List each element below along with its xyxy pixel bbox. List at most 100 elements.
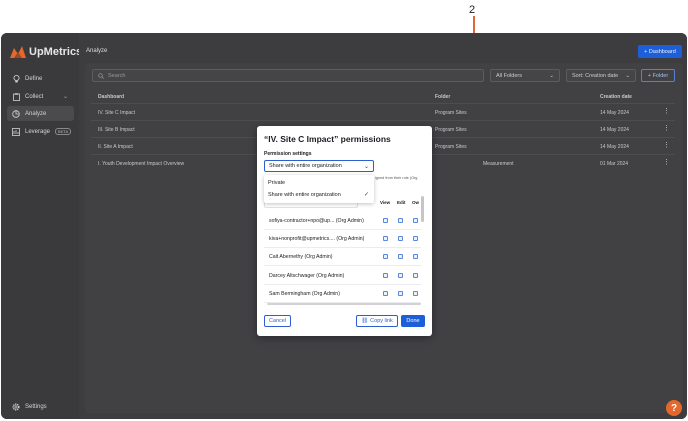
chevron-down-icon: ⌄ bbox=[625, 72, 630, 79]
dashboard-name[interactable]: III. Site B Impact bbox=[98, 127, 135, 133]
callout-number: 2 bbox=[469, 4, 476, 16]
view-checkbox[interactable] bbox=[383, 273, 388, 278]
user-row: kiva+nonprofit@upmetrics.... (Org Admin) bbox=[264, 230, 421, 248]
add-folder-button[interactable]: + Folder bbox=[641, 69, 675, 82]
permission-select-value: Share with entire organization bbox=[269, 163, 342, 169]
clipboard-icon bbox=[12, 92, 20, 101]
user-name: kiva+nonprofit@upmetrics.... (Org Admin) bbox=[269, 236, 365, 242]
chevron-down-icon: ⌄ bbox=[363, 164, 369, 170]
more-options-icon[interactable]: ⋮ bbox=[663, 158, 670, 166]
sidebar-item-label: Analyze bbox=[25, 110, 47, 117]
folder-name: Program Sites bbox=[435, 127, 467, 133]
user-name: Darcey Altschwager (Org Admin) bbox=[269, 273, 345, 279]
link-icon: ⛓ bbox=[361, 318, 369, 324]
edit-checkbox[interactable] bbox=[398, 291, 403, 296]
chevron-down-icon: ⌄ bbox=[549, 72, 554, 79]
column-header-creation-date[interactable]: Creation date bbox=[600, 94, 632, 100]
folder-filter-value: All Folders bbox=[496, 72, 522, 79]
folder-name: Program Sites bbox=[435, 110, 467, 116]
done-button[interactable]: Done bbox=[401, 315, 425, 327]
dashboard-name[interactable]: IV. Site C Impact bbox=[98, 110, 135, 116]
sidebar-item-leverage[interactable]: Leverage BETA bbox=[7, 124, 74, 139]
add-dashboard-button[interactable]: + Dashboard bbox=[638, 45, 682, 58]
creation-date: 14 May 2024 bbox=[600, 110, 629, 116]
option-private[interactable]: Private bbox=[268, 180, 285, 186]
edit-checkbox[interactable] bbox=[398, 236, 403, 241]
help-button[interactable]: ? bbox=[666, 400, 682, 416]
edit-checkbox[interactable] bbox=[398, 273, 403, 278]
permission-settings-label: Permission settings bbox=[264, 151, 312, 157]
view-checkbox[interactable] bbox=[383, 218, 388, 223]
user-row: Cait Abernethy (Org Admin) bbox=[264, 248, 421, 266]
owner-checkbox[interactable] bbox=[413, 236, 418, 241]
user-row: Darcey Altschwager (Org Admin) bbox=[264, 267, 421, 285]
sidebar-item-define[interactable]: Define bbox=[7, 71, 74, 86]
brand-name: UpMetrics bbox=[29, 46, 83, 58]
chart-icon bbox=[12, 109, 20, 118]
copy-link-label: Copy link bbox=[370, 318, 393, 324]
table-row[interactable]: IV. Site C Impact Program Sites 14 May 2… bbox=[91, 103, 675, 120]
owner-checkbox[interactable] bbox=[413, 291, 418, 296]
sidebar-item-label: Leverage bbox=[25, 128, 51, 135]
sidebar-item-settings[interactable]: Settings bbox=[7, 399, 74, 414]
creation-date: 14 May 2024 bbox=[600, 127, 629, 133]
folder-filter-select[interactable]: All Folders ⌄ bbox=[490, 69, 560, 82]
owner-checkbox[interactable] bbox=[413, 273, 418, 278]
checkmark-icon: ✓ bbox=[363, 192, 369, 198]
beta-badge: BETA bbox=[55, 128, 72, 135]
edit-checkbox[interactable] bbox=[398, 218, 403, 223]
page-title: Analyze bbox=[86, 48, 108, 54]
view-checkbox[interactable] bbox=[383, 236, 388, 241]
folder-name: Measurement bbox=[483, 161, 514, 167]
vertical-scrollbar[interactable] bbox=[421, 196, 424, 222]
dashboard-name[interactable]: I. Youth Development Impact Overview bbox=[98, 161, 184, 167]
view-checkbox[interactable] bbox=[383, 254, 388, 259]
more-options-icon[interactable]: ⋮ bbox=[663, 107, 670, 115]
edit-checkbox[interactable] bbox=[398, 254, 403, 259]
sort-value: Sort: Creation date bbox=[572, 72, 619, 79]
upmetrics-logo-icon bbox=[10, 46, 26, 58]
gear-icon bbox=[12, 403, 20, 411]
leverage-icon bbox=[12, 127, 20, 136]
user-name: Sam Bermingham (Org Admin) bbox=[269, 291, 340, 297]
more-options-icon[interactable]: ⋮ bbox=[663, 124, 670, 132]
user-name: Cait Abernethy (Org Admin) bbox=[269, 254, 333, 260]
permissions-dialog: “IV. Site C Impact” permissions Permissi… bbox=[257, 126, 432, 336]
user-row: sofiya-contractor+npo@up... (Org Admin) bbox=[264, 212, 421, 230]
owner-checkbox[interactable] bbox=[413, 254, 418, 259]
chevron-down-icon: ⌄ bbox=[62, 94, 68, 100]
view-checkbox[interactable] bbox=[383, 291, 388, 296]
permission-dropdown-menu: Private Share with entire organization ✓ bbox=[264, 175, 374, 203]
permission-select[interactable]: Share with entire organization ⌄ bbox=[264, 160, 374, 172]
horizontal-scrollbar[interactable] bbox=[267, 303, 421, 305]
search-placeholder: Search bbox=[108, 72, 126, 79]
column-header-owner: Ow bbox=[412, 200, 420, 205]
more-options-icon[interactable]: ⋮ bbox=[663, 141, 670, 149]
search-input[interactable]: Search bbox=[92, 69, 484, 82]
dashboard-name[interactable]: II. Site A Impact bbox=[98, 144, 133, 150]
user-name: sofiya-contractor+npo@up... (Org Admin) bbox=[269, 218, 364, 224]
owner-checkbox[interactable] bbox=[413, 218, 418, 223]
dialog-title: “IV. Site C Impact” permissions bbox=[264, 134, 391, 144]
sidebar-item-analyze[interactable]: Analyze bbox=[7, 106, 74, 121]
column-header-view: View bbox=[380, 200, 391, 205]
sidebar-item-label: Define bbox=[25, 75, 43, 82]
app-logo[interactable]: UpMetrics bbox=[10, 46, 82, 58]
sidebar: UpMetrics Define Collect ⌄ Analyze Lever… bbox=[1, 33, 82, 419]
role-hint-text: igned from their role (Org bbox=[375, 176, 418, 180]
sidebar-item-label: Collect bbox=[25, 93, 44, 100]
copy-link-button[interactable]: ⛓ Copy link bbox=[356, 315, 398, 327]
cancel-button[interactable]: Cancel bbox=[264, 315, 291, 327]
lightbulb-icon bbox=[12, 74, 20, 83]
column-header-folder[interactable]: Folder bbox=[435, 94, 450, 100]
column-header-dashboard[interactable]: Dashboard bbox=[98, 94, 124, 100]
folder-name: Program Sites bbox=[435, 144, 467, 150]
creation-date: 01 Mar 2024 bbox=[600, 161, 629, 167]
sort-select[interactable]: Sort: Creation date ⌄ bbox=[566, 69, 636, 82]
sidebar-item-label: Settings bbox=[25, 403, 47, 410]
option-share-entire-org[interactable]: Share with entire organization bbox=[268, 192, 341, 198]
user-row: Sam Bermingham (Org Admin) bbox=[264, 285, 421, 303]
column-header-edit: Edit bbox=[397, 200, 406, 205]
creation-date: 14 May 2024 bbox=[600, 144, 629, 150]
sidebar-item-collect[interactable]: Collect ⌄ bbox=[7, 89, 74, 104]
